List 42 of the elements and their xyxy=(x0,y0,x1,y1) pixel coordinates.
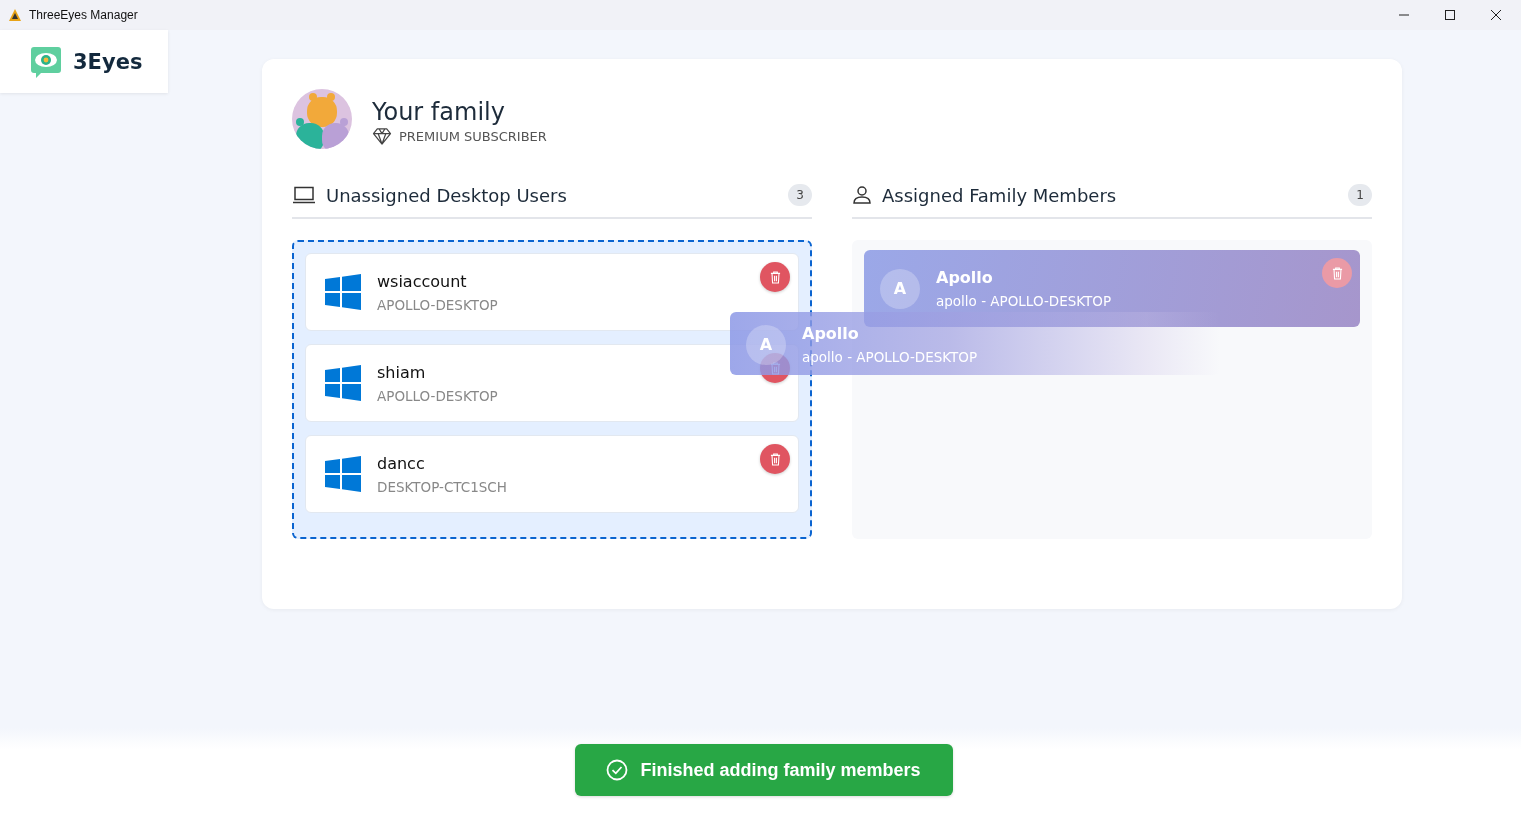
avatar-initial: A xyxy=(880,268,920,309)
delete-button[interactable] xyxy=(760,353,790,383)
user-name: dancc xyxy=(377,453,426,473)
app-name: 3Eyes xyxy=(73,49,143,74)
section-title: Assigned Family Members xyxy=(882,184,1118,206)
user-name: wsiaccount xyxy=(377,271,468,291)
host-name: APOLLO-DESKTOP xyxy=(377,296,498,313)
family-title: Your family xyxy=(372,97,506,126)
member-name: Apollo xyxy=(802,324,860,343)
maximize-icon[interactable] xyxy=(1444,9,1456,21)
host-name: APOLLO-DESKTOP xyxy=(377,387,498,404)
member-detail: apollo - APOLLO-DESKTOP xyxy=(802,349,978,365)
count-badge: 3 xyxy=(788,184,812,206)
diamond-icon xyxy=(372,127,392,145)
eye-logo-icon xyxy=(29,44,63,79)
app-icon xyxy=(8,8,22,22)
windows-logo-icon xyxy=(325,456,361,492)
laptop-icon xyxy=(292,186,316,204)
user-card[interactable]: dancc DESKTOP-CTC1SCH xyxy=(305,435,799,513)
trash-icon xyxy=(1331,266,1343,280)
bears-avatar-icon xyxy=(292,89,352,149)
delete-button[interactable] xyxy=(1322,258,1352,288)
member-name: Apollo xyxy=(936,268,994,287)
subscription-label: PREMIUM SUBSCRIBER xyxy=(399,128,547,144)
person-icon xyxy=(852,186,872,204)
user-name: shiam xyxy=(377,362,427,382)
windows-logo-icon xyxy=(325,365,361,401)
host-name: DESKTOP-CTC1SCH xyxy=(377,478,507,495)
user-card[interactable]: wsiaccount APOLLO-DESKTOP xyxy=(305,253,799,331)
trash-icon xyxy=(769,452,781,466)
window-title: ThreeEyes Manager xyxy=(29,8,138,22)
delete-button[interactable] xyxy=(760,444,790,474)
member-detail: apollo - APOLLO-DESKTOP xyxy=(936,293,1112,309)
close-icon[interactable] xyxy=(1490,9,1502,21)
section-title: Unassigned Desktop Users xyxy=(326,184,568,206)
windows-logo-icon xyxy=(325,274,361,310)
trash-icon xyxy=(769,361,781,375)
check-circle-icon xyxy=(606,759,629,781)
trash-icon xyxy=(769,270,781,284)
delete-button[interactable] xyxy=(760,262,790,292)
count-badge: 1 xyxy=(1348,184,1372,206)
avatar-initial: A xyxy=(746,324,786,365)
